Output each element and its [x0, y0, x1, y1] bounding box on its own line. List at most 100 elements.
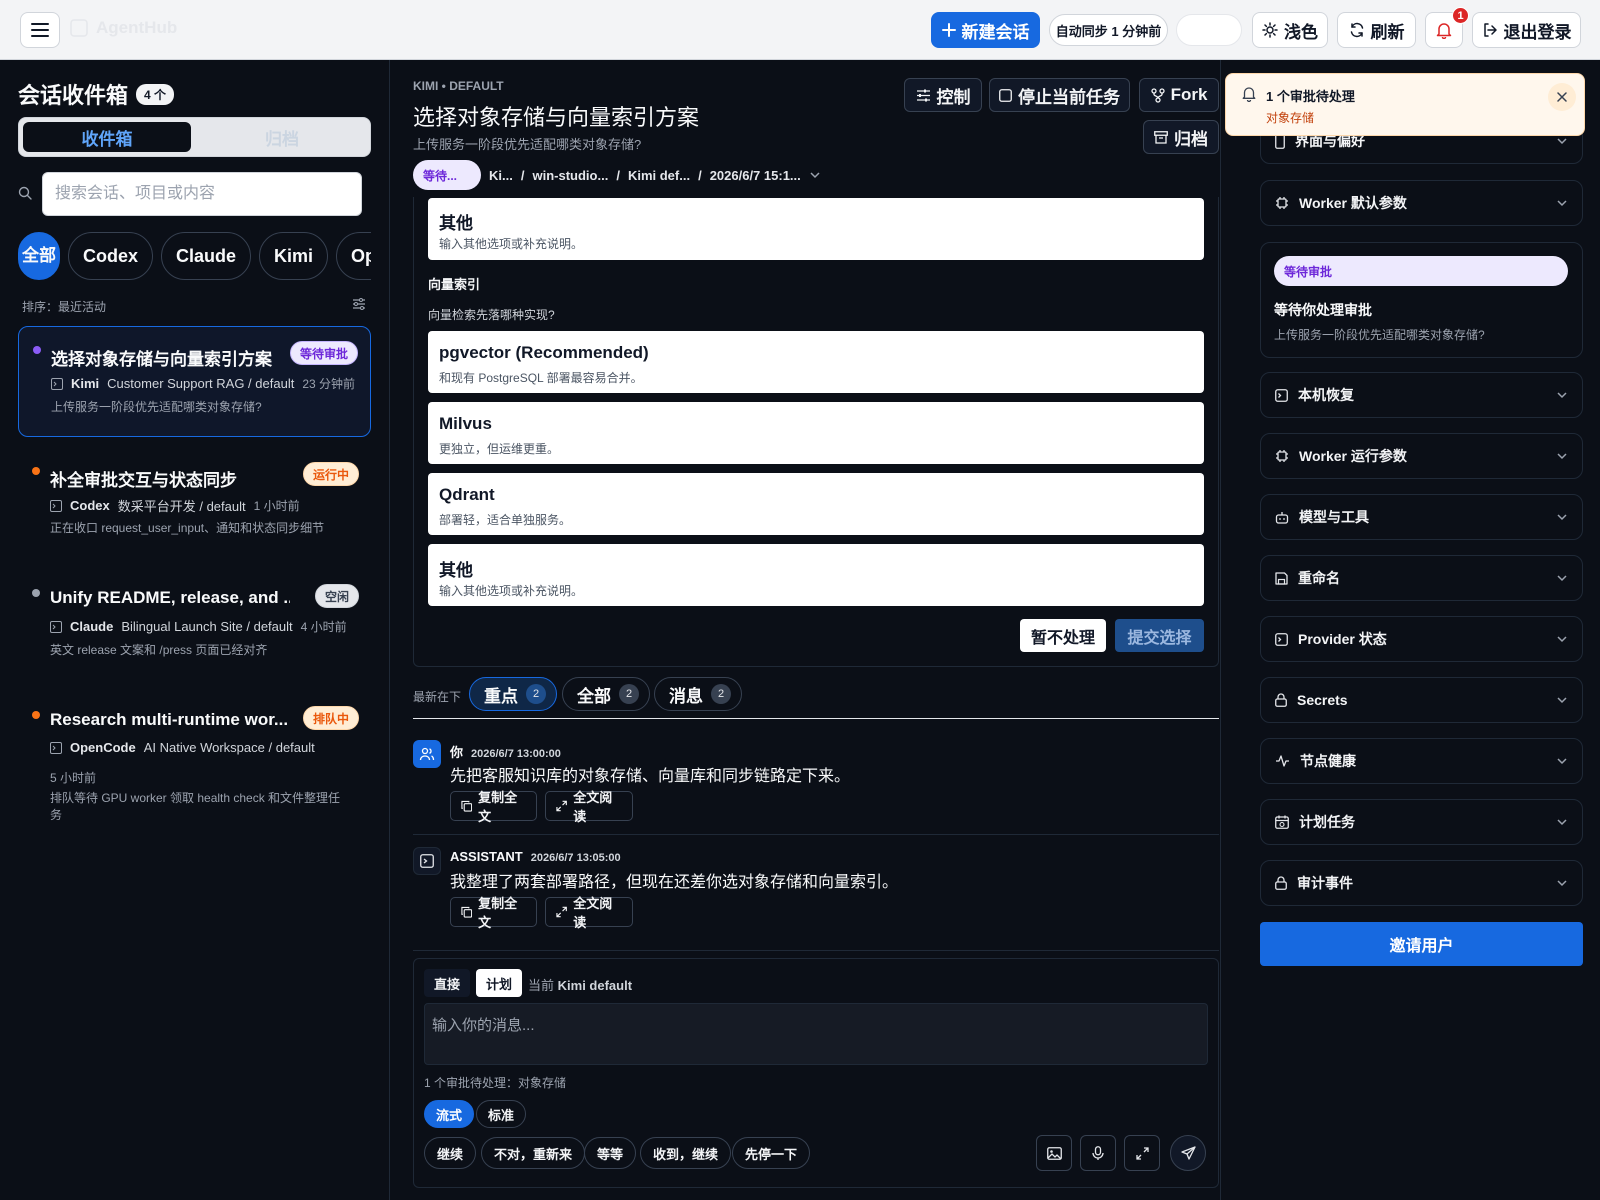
mode-direct-button[interactable]: 直接 [424, 969, 471, 997]
fork-button[interactable]: Fork [1139, 78, 1219, 112]
crumb-runtime[interactable]: Ki... [489, 168, 513, 183]
pulse-icon [1276, 755, 1289, 767]
crumb-profile[interactable]: Kimi def... [628, 168, 690, 183]
accordion-scheduled-tasks[interactable]: 计划任务 [1260, 799, 1583, 845]
option-card-pgvector[interactable]: pgvector (Recommended) 和现有 PostgreSQL 部署… [428, 331, 1204, 393]
conversation-item[interactable]: 选择对象存储与向量索引方案 等待审批 Kimi Customer Support… [18, 326, 371, 437]
terminal-icon [50, 620, 62, 633]
filter-all[interactable]: 全部 [18, 232, 60, 280]
tab-highlights[interactable]: 重点 2 [469, 677, 557, 711]
accordion-rename[interactable]: 重命名 [1260, 555, 1583, 601]
menu-button[interactable] [20, 12, 60, 48]
sliders-icon[interactable] [352, 298, 366, 310]
status-badge: 等待审批 [289, 341, 358, 365]
stream-toggle[interactable]: 流式 [424, 1100, 475, 1128]
filter-kimi[interactable]: Kimi [259, 232, 329, 280]
message-time: 2026/6/7 13:05:00 [530, 852, 621, 864]
terminal-icon [420, 854, 434, 868]
skip-button[interactable]: 暂不处理 [1020, 619, 1106, 652]
tab-archive[interactable]: 归档 [197, 122, 367, 152]
fork-label: Fork [1170, 85, 1208, 104]
conversation-project: 数采平台开发 / default [117, 499, 246, 514]
stop-task-button[interactable]: 停止当前任务 [989, 78, 1130, 112]
crumb-time[interactable]: 2026/6/7 15:1... [710, 168, 801, 183]
copy-label: 复制全文 [478, 896, 518, 930]
quick-reply-continue[interactable]: 继续 [424, 1137, 477, 1169]
attach-image-button[interactable] [1036, 1135, 1072, 1171]
accordion-worker-runtime[interactable]: Worker 运行参数 [1260, 433, 1583, 479]
option-card-other[interactable]: 其他 输入其他选项或补充说明。 [428, 544, 1204, 606]
new-session-button[interactable]: 新建会话 [931, 12, 1040, 48]
search-input[interactable] [42, 172, 362, 216]
standard-toggle[interactable]: 标准 [476, 1100, 527, 1128]
send-button[interactable] [1170, 1135, 1206, 1171]
archive-icon [1154, 130, 1168, 144]
chevron-down-icon [1557, 636, 1567, 643]
tab-label: 重点 [484, 686, 518, 706]
accordion-provider-status[interactable]: Provider 状态 [1260, 616, 1583, 662]
theme-button[interactable]: 浅色 [1252, 12, 1328, 48]
quick-reply-redo[interactable]: 不对，重新来 [481, 1137, 586, 1169]
conversation-item[interactable]: 补全审批交互与状态同步 运行中 Codex 数采平台开发 / default 1… [18, 456, 371, 556]
conversation-agent: Codex [70, 498, 110, 513]
filter-claude[interactable]: Claude [161, 232, 252, 280]
chevron-down-icon[interactable] [809, 171, 821, 179]
tab-count: 2 [619, 684, 639, 704]
voice-input-button[interactable] [1080, 1135, 1116, 1171]
quick-reply-pause[interactable]: 先停一下 [732, 1137, 811, 1169]
session-kicker: KIMI • DEFAULT [413, 79, 504, 93]
accordion-label: 本机恢复 [1298, 387, 1354, 403]
option-card-milvus[interactable]: Milvus 更独立，但运维更重。 [428, 402, 1204, 464]
accordion-worker-defaults[interactable]: Worker 默认参数 [1260, 180, 1583, 226]
terminal-icon [51, 377, 63, 390]
message-input[interactable] [424, 1003, 1208, 1065]
option-card-qdrant[interactable]: Qdrant 部署轻，适合单独服务。 [428, 473, 1204, 535]
conversation-agent: OpenCode [70, 740, 136, 755]
conversation-item[interactable]: Unify README, release, and ... 空闲 Claude… [18, 578, 371, 678]
conversation-meta: Codex 数采平台开发 / default 1 小时前 [50, 496, 300, 515]
archive-button[interactable]: 归档 [1143, 120, 1219, 154]
accordion-secrets[interactable]: Secrets [1260, 677, 1583, 723]
submit-selection-button[interactable]: 提交选择 [1115, 619, 1204, 652]
new-session-label: 新建会话 [961, 22, 1030, 42]
crumb-status-badge[interactable]: 等待... [413, 160, 482, 190]
option-card-other-top[interactable]: 其他 输入其他选项或补充说明。 [428, 198, 1204, 260]
tab-messages[interactable]: 消息 2 [654, 677, 742, 711]
quick-reply-ack[interactable]: 收到，继续 [640, 1137, 732, 1169]
read-label: 全文阅读 [573, 896, 613, 930]
refresh-button[interactable]: 刷新 [1337, 12, 1416, 48]
toast-close-button[interactable] [1548, 83, 1576, 111]
chevron-down-icon [1557, 138, 1567, 145]
notifications-button[interactable]: 1 [1425, 7, 1469, 48]
send-icon [1180, 1145, 1196, 1160]
tab-all[interactable]: 全部 2 [562, 677, 650, 711]
chevron-down-icon [1557, 758, 1567, 765]
chip-icon [1276, 450, 1288, 462]
accordion-models-tools[interactable]: 模型与工具 [1260, 494, 1583, 540]
conversation-meta: Claude Bilingual Launch Site / default 4… [50, 618, 347, 635]
archive-label: 归档 [1174, 129, 1208, 149]
message-divider [413, 834, 1219, 835]
microphone-icon [1092, 1145, 1104, 1160]
copy-all-button[interactable]: 复制全文 [450, 896, 537, 930]
accordion-node-health[interactable]: 节点健康 [1260, 738, 1583, 784]
read-full-button[interactable]: 全文阅读 [545, 790, 633, 824]
invite-user-button[interactable]: 邀请用户 [1260, 922, 1583, 966]
quick-reply-wait[interactable]: 等等 [584, 1137, 637, 1169]
read-full-button[interactable]: 全文阅读 [545, 896, 633, 930]
status-badge: 运行中 [302, 462, 359, 486]
accordion-local-recovery[interactable]: 本机恢复 [1260, 372, 1583, 418]
mode-plan-button[interactable]: 计划 [476, 969, 523, 997]
accordion-audit-events[interactable]: 审计事件 [1260, 860, 1583, 906]
copy-all-button[interactable]: 复制全文 [450, 790, 537, 824]
chip-icon [1276, 197, 1288, 209]
control-button[interactable]: 控制 [904, 78, 982, 112]
status-dot [32, 467, 40, 475]
tab-inbox[interactable]: 收件箱 [23, 122, 191, 152]
filter-opencode[interactable]: OpenCode [336, 232, 371, 280]
expand-composer-button[interactable] [1124, 1135, 1160, 1171]
conversation-item[interactable]: Research multi-runtime wor... 排队中 OpenCo… [18, 700, 371, 825]
crumb-workspace[interactable]: win-studio... [532, 168, 608, 183]
logout-button[interactable]: 退出登录 [1472, 12, 1581, 48]
filter-codex[interactable]: Codex [68, 232, 154, 280]
